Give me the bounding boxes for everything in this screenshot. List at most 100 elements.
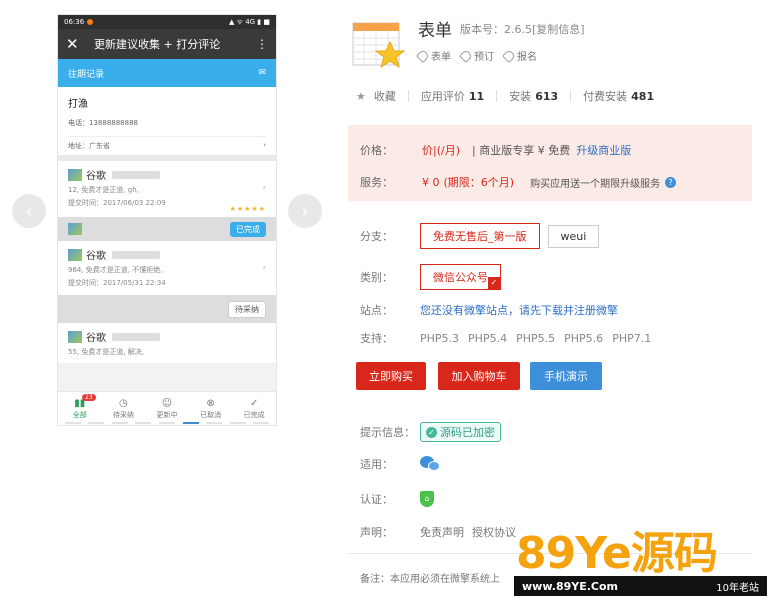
collect-label: 收藏 <box>373 90 396 103</box>
support-row: 支持： PHP5.3 PHP5.4 PHP5.5 PHP5.6 PHP7.1 <box>360 330 660 346</box>
tag-icon <box>415 48 431 63</box>
phone-screenshot: 06:36 ▲ ᯤ 4G ▮ ■ ✕ 更新建议收集 + 打分评论 ⋮ 往期记录 … <box>57 14 277 426</box>
tip-label: 提示信息： <box>360 426 415 439</box>
app-icon <box>352 22 406 69</box>
stage-done-badge: 已完成 <box>230 221 266 237</box>
check-icon: ✓ <box>249 397 259 409</box>
carousel-dot[interactable] <box>229 422 246 424</box>
phone-tab-cancelled: ⊗ 已取消 <box>189 392 233 425</box>
notification-dot-icon <box>87 19 94 25</box>
card-time: 提交时间：2017/05/31 22:34 <box>68 279 166 287</box>
install-label: 安装 <box>509 90 532 103</box>
profile-address-text: 地址：广东省 <box>68 142 110 150</box>
service-label: 服务： <box>360 176 393 189</box>
license-link[interactable]: 授权协议 <box>472 524 516 540</box>
feedback-card: 谷歌 55, 免费才是正道, 解决, <box>58 323 276 363</box>
carousel-dot[interactable] <box>88 422 105 424</box>
site-label: 站点： <box>360 304 393 317</box>
apply-row: 适用： <box>360 456 442 472</box>
stage-pending-badge: 待采纳 <box>228 300 266 318</box>
encrypted-badge-text: 源码已加密 <box>440 426 495 439</box>
carousel-dot[interactable] <box>158 422 175 424</box>
tag-item[interactable]: 预订 <box>458 48 494 63</box>
product-version: 版本号：2.6.5[复制信息] <box>460 23 585 36</box>
collect-button[interactable]: ★ 收藏 <box>356 88 396 104</box>
category-label: 类别： <box>360 271 393 284</box>
phone-app-bar: ✕ 更新建议收集 + 打分评论 ⋮ <box>58 29 276 59</box>
avatar <box>68 330 82 343</box>
carousel-dot[interactable] <box>206 422 223 424</box>
install-stat: 安装 613 <box>509 88 558 104</box>
tag-item[interactable]: 表单 <box>415 48 451 63</box>
product-tags: 表单 预订 报名 <box>415 48 537 63</box>
profile-phone: 电话：13888888888 <box>68 119 138 127</box>
watermark-url: www.89YE.Com <box>522 579 619 593</box>
phone-tab-label: 更新中 <box>156 410 178 419</box>
product-stats: ★ 收藏 应用评价 11 安装 613 付费安装 481 <box>356 88 654 104</box>
avatar <box>68 223 82 235</box>
cancel-icon: ⊗ <box>206 397 215 409</box>
disclaimer-link[interactable]: 免责声明 <box>420 524 464 540</box>
next-screenshot-button[interactable]: › <box>288 194 322 228</box>
service-row: 服务： ¥ 0 (期限：6个月) 购买应用送一个期限升级服务 ? <box>360 174 677 190</box>
card-content: 964, 免费才是正道, 不懂拒绝, <box>68 266 163 274</box>
tag-label: 预订 <box>474 52 494 63</box>
carousel-dot-active[interactable] <box>182 422 199 424</box>
cert-label: 认证： <box>360 493 393 506</box>
phone-app-title: 更新建议收集 + 打分评论 <box>94 38 221 51</box>
price-label: 价格： <box>360 144 393 157</box>
chevron-right-icon: › <box>262 263 266 273</box>
branch-option-weui[interactable]: weui <box>547 224 600 248</box>
rating-value: 11 <box>468 90 485 103</box>
help-icon[interactable]: ? <box>665 176 677 188</box>
shield-icon: ⌂ <box>420 491 434 507</box>
buy-now-button[interactable]: 立即购买 <box>356 362 426 390</box>
card-user-name: 谷歌 <box>86 251 106 262</box>
more-icon: ⋮ <box>256 37 268 51</box>
avatar <box>68 168 82 181</box>
clock-icon: ◷ <box>119 397 128 409</box>
status-icons: ▲ ᯤ 4G ▮ ■ <box>228 17 270 26</box>
site-register-link[interactable]: 您还没有微擎站点，请先下载并注册微擎 <box>420 302 618 318</box>
rating-stat: 应用评价 11 <box>421 88 484 104</box>
prev-screenshot-button[interactable]: ‹ <box>12 194 46 228</box>
star-icon: ★ <box>356 90 366 103</box>
mobile-demo-button[interactable]: 手机演示 <box>530 362 602 390</box>
tag-item[interactable]: 报名 <box>501 48 537 63</box>
upgrade-link[interactable]: 升级商业版 <box>576 142 631 158</box>
tag-icon <box>458 48 474 63</box>
add-to-cart-button[interactable]: 加入购物车 <box>438 362 520 390</box>
service-value: ¥ 0 <box>422 175 440 189</box>
pro-price-text: | 商业版专享 ¥ 免费 <box>472 144 571 157</box>
wechat-icon <box>420 456 442 472</box>
service-note: 购买应用送一个期限升级服务 <box>530 178 661 190</box>
person-icon: ☺ <box>161 397 173 409</box>
price-value: 价|(/月) <box>422 144 460 157</box>
install-value: 613 <box>535 90 559 103</box>
carousel-dot[interactable] <box>64 422 81 424</box>
count-badge: 23 <box>82 394 96 401</box>
carousel-dot[interactable] <box>253 422 270 424</box>
category-option-wechat[interactable]: 微信公众号 <box>420 264 501 290</box>
card-content: 12, 免费才是正道, gh, <box>68 186 139 194</box>
branch-option-free[interactable]: 免费无售后_第一版 <box>420 223 540 249</box>
watermark-strip: www.89YE.Com 10年老站 <box>514 576 767 596</box>
tip-row: 提示信息： ✓ 源码已加密 <box>360 422 501 442</box>
phone-tab-label: 待采纳 <box>112 410 134 419</box>
branch-label: 分支： <box>360 230 393 243</box>
carousel-dot[interactable] <box>135 422 152 424</box>
history-label: 往期记录 <box>68 69 105 80</box>
profile-address: 地址：广东省 › <box>68 136 266 151</box>
tag-icon <box>501 48 517 63</box>
paid-install-label: 付费安装 <box>583 90 628 103</box>
php-version: PHP7.1 <box>612 331 652 345</box>
declare-label: 声明： <box>360 526 393 539</box>
remark-text: 备注：本应用必须在微擎系统上 <box>360 574 500 585</box>
carousel-indicators <box>57 422 277 424</box>
feedback-card: 谷歌 12, 免费才是正道, gh, 提交时间：2017/06/03 22:09… <box>58 161 276 217</box>
carousel-dot[interactable] <box>111 422 128 424</box>
phone-status-bar: 06:36 ▲ ᯤ 4G ▮ ■ <box>58 15 276 29</box>
site-row: 站点： 您还没有微擎站点，请先下载并注册微擎 <box>360 302 618 318</box>
feedback-card: 谷歌 964, 免费才是正道, 不懂拒绝, 提交时间：2017/05/31 22… <box>58 241 276 295</box>
card-content: 55, 免费才是正道, 解决, <box>68 348 145 356</box>
